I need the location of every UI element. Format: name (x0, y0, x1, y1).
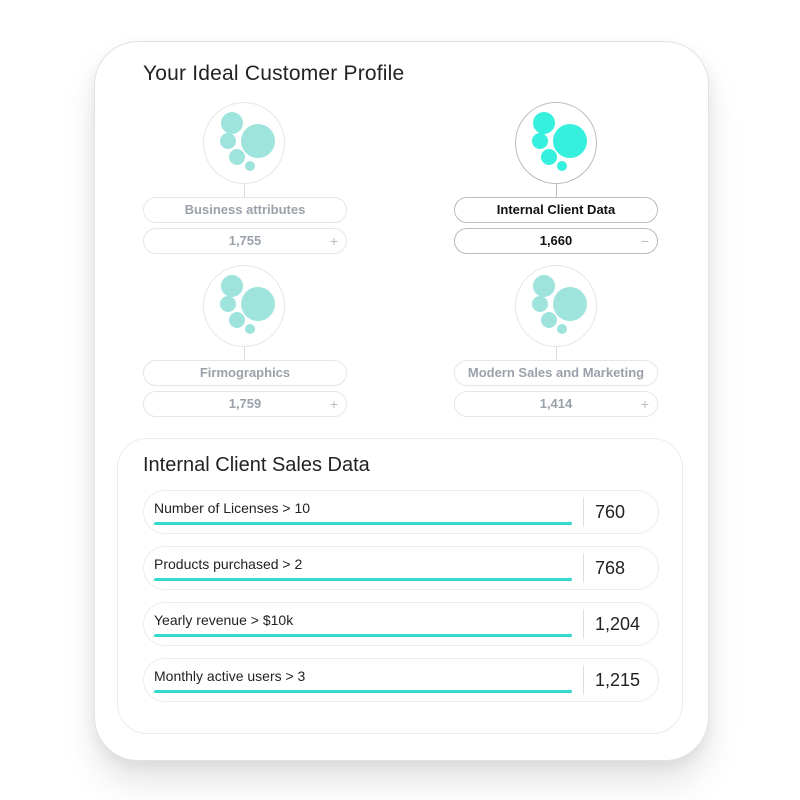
bubble (245, 324, 255, 334)
segment-label: Modern Sales and Marketing (467, 365, 645, 380)
bubble (229, 312, 245, 328)
filter-row[interactable]: Number of Licenses > 10 760 (143, 490, 659, 534)
filter-value: 760 (595, 502, 626, 522)
filter-value: 1,215 (595, 670, 641, 690)
bubble (557, 161, 567, 171)
segment-label: Business attributes (184, 202, 306, 217)
bubble (221, 275, 243, 297)
bubble (532, 133, 548, 149)
bubble-cluster-icon (515, 265, 597, 347)
progress-fill (154, 690, 572, 693)
bubble (229, 149, 245, 165)
bubble (532, 296, 548, 312)
segment-label-pill[interactable]: Firmographics (143, 360, 347, 386)
bubble (241, 124, 275, 158)
progress-bar (154, 578, 572, 581)
bubble (533, 112, 555, 134)
connector (244, 347, 245, 361)
filter-row[interactable]: Monthly active users > 3 1,215 (143, 658, 659, 702)
panel-title: Internal Client Sales Data (143, 454, 370, 476)
segment-label: Firmographics (199, 365, 291, 380)
divider (583, 553, 584, 583)
connector (556, 184, 557, 198)
progress-bar (154, 522, 572, 525)
segment-label-pill[interactable]: Business attributes (143, 197, 347, 223)
bubble (541, 149, 557, 165)
bubble (553, 124, 587, 158)
filter-row[interactable]: Products purchased > 2 768 (143, 546, 659, 590)
filter-label: Products purchased > 2 (154, 556, 303, 572)
segment-label-pill[interactable]: Internal Client Data (454, 197, 658, 223)
bubble (553, 287, 587, 321)
bubble (220, 133, 236, 149)
bubble (220, 296, 236, 312)
connector (244, 184, 245, 198)
bubble-cluster-icon (515, 102, 597, 184)
filter-value: 768 (595, 558, 626, 578)
bubble (557, 324, 567, 334)
page-title: Your Ideal Customer Profile (143, 62, 405, 85)
progress-bar (154, 634, 572, 637)
segment-count-pill[interactable]: 1,759 + (143, 391, 347, 417)
progress-fill (154, 522, 572, 525)
filter-value: 1,204 (595, 614, 641, 634)
segment-count: 1,414 (539, 396, 573, 411)
divider (583, 497, 584, 527)
segment-label-pill[interactable]: Modern Sales and Marketing (454, 360, 658, 386)
segment-count-pill[interactable]: 1,414 + (454, 391, 658, 417)
divider (583, 609, 584, 639)
bubble (221, 112, 243, 134)
segment-count-pill[interactable]: 1,755 + (143, 228, 347, 254)
filter-label: Number of Licenses > 10 (154, 500, 311, 516)
bubble (533, 275, 555, 297)
expand-toggle-icon[interactable]: + (641, 392, 649, 416)
filter-row[interactable]: Yearly revenue > $10k 1,204 (143, 602, 659, 646)
expand-toggle-icon[interactable]: + (330, 229, 338, 253)
connector (556, 347, 557, 361)
divider (583, 665, 584, 695)
bubble-cluster-icon (203, 265, 285, 347)
segment-count: 1,759 (228, 396, 262, 411)
progress-fill (154, 578, 572, 581)
expand-toggle-icon[interactable]: + (330, 392, 338, 416)
progress-fill (154, 634, 572, 637)
segment-count: 1,755 (228, 233, 262, 248)
bubble (245, 161, 255, 171)
filter-label: Monthly active users > 3 (154, 668, 306, 684)
collapse-toggle-icon[interactable]: − (641, 229, 649, 253)
filter-label: Yearly revenue > $10k (154, 612, 294, 628)
segment-count: 1,660 (539, 233, 573, 248)
bubble (541, 312, 557, 328)
segment-label: Internal Client Data (496, 202, 616, 217)
bubble-cluster-icon (203, 102, 285, 184)
progress-bar (154, 690, 572, 693)
bubble (241, 287, 275, 321)
segment-count-pill[interactable]: 1,660 − (454, 228, 658, 254)
